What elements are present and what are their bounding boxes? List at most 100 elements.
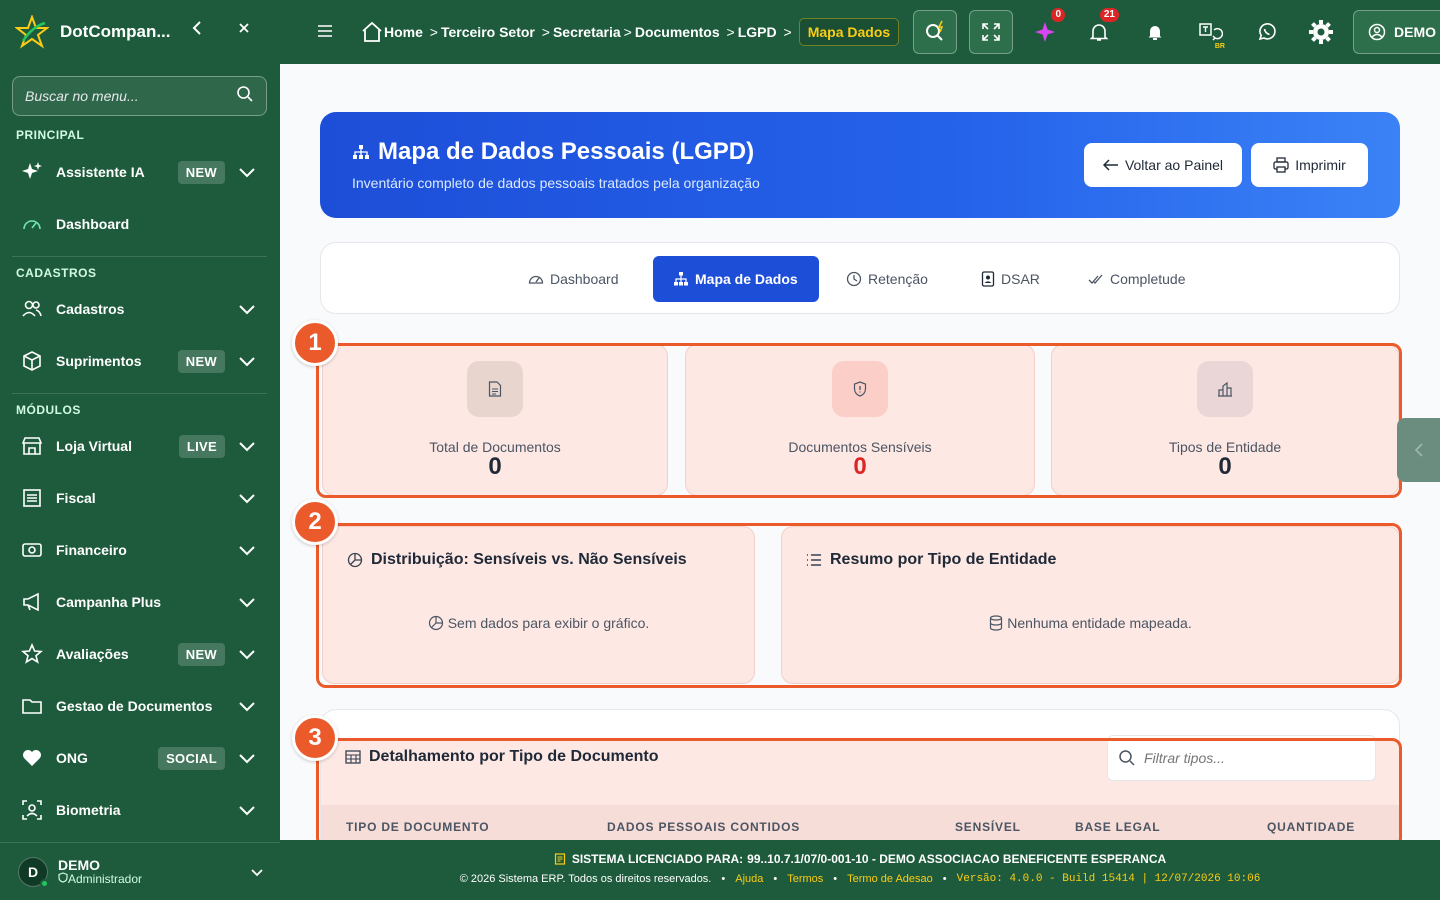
new-badge: NEW: [177, 642, 225, 666]
chevron-down-icon[interactable]: [237, 644, 257, 664]
print-label: Imprimir: [1295, 157, 1346, 173]
link-ajuda[interactable]: Ajuda: [735, 873, 763, 885]
sidebar-item-campanha-plus[interactable]: Campanha Plus: [12, 580, 267, 624]
tab-retencao[interactable]: Retenção: [826, 256, 948, 302]
chevron-down-icon[interactable]: [237, 748, 257, 768]
tab-dashboard[interactable]: Dashboard: [508, 256, 639, 302]
chevron-down-icon[interactable]: [237, 162, 257, 182]
menu-search-input[interactable]: [25, 88, 236, 104]
chevron-down-icon[interactable]: [237, 351, 257, 371]
close-icon[interactable]: [238, 21, 250, 39]
column-header[interactable]: TIPO DE DOCUMENTO: [346, 820, 489, 834]
breadcrumb-terceiro-setor[interactable]: Terceiro Setor: [441, 24, 535, 40]
user-profile[interactable]: D DEMO Administrador: [0, 842, 280, 900]
chevron-down-icon[interactable]: [237, 299, 257, 319]
column-header[interactable]: BASE LEGAL: [1075, 820, 1160, 834]
sidebar-item-financeiro[interactable]: Financeiro: [12, 528, 267, 572]
tab-label: DSAR: [1001, 271, 1040, 287]
sidebar-item-fiscal[interactable]: Fiscal: [12, 476, 267, 520]
chevron-down-icon[interactable]: [237, 436, 257, 456]
user-info: DEMO Administrador: [58, 858, 142, 886]
breadcrumb-home[interactable]: Home: [384, 24, 423, 40]
shield-icon: [58, 871, 68, 883]
new-badge: NEW: [177, 160, 225, 184]
sidebar-item-gestao-documentos[interactable]: Gestao de Documentos: [12, 684, 267, 728]
annotation-number-2: 2: [292, 499, 338, 545]
sidebar-item-loja-virtual[interactable]: Loja Virtual LIVE: [12, 424, 267, 468]
column-header[interactable]: DADOS PESSOAIS CONTIDOS: [607, 820, 800, 834]
sitemap-icon: [353, 145, 369, 159]
tab-dsar[interactable]: DSAR: [961, 256, 1060, 302]
breadcrumb-secretaria[interactable]: Secretaria: [553, 24, 621, 40]
avatar: D: [18, 856, 49, 888]
id-badge-icon: [981, 271, 995, 287]
back-to-panel-label: Voltar ao Painel: [1124, 157, 1224, 173]
sidebar-item-suprimentos[interactable]: Suprimentos NEW: [12, 339, 267, 383]
whatsapp-button[interactable]: [1245, 10, 1289, 54]
breadcrumb-documentos[interactable]: Documentos: [635, 24, 720, 40]
sidebar-item-avaliacoes[interactable]: Avaliações NEW: [12, 632, 267, 676]
back-to-panel-button[interactable]: Voltar ao Painel: [1084, 143, 1242, 187]
brand: DotCompan...: [14, 12, 274, 52]
sidebar-item-label: Campanha Plus: [56, 594, 162, 610]
chevron-down-icon[interactable]: [237, 592, 257, 612]
tab-label: Mapa de Dados: [695, 271, 798, 287]
pie-chart-icon: [347, 552, 363, 568]
breadcrumb-separator: >: [425, 24, 438, 40]
table-filter[interactable]: [1107, 735, 1376, 781]
chevron-down-icon[interactable]: [237, 540, 257, 560]
chevron-down-icon[interactable]: [237, 488, 257, 508]
chevron-down-icon[interactable]: [237, 696, 257, 716]
column-header[interactable]: SENSÍVEL: [955, 820, 1021, 834]
settings-button[interactable]: [1299, 10, 1343, 54]
fullscreen-button[interactable]: [969, 10, 1013, 54]
store-icon: [20, 434, 44, 458]
language-button[interactable]: BR: [1189, 10, 1233, 54]
online-status-dot: [40, 878, 49, 888]
breadcrumb-separator: >: [623, 24, 632, 40]
sidebar-item-label: Fiscal: [56, 490, 96, 506]
sidebar-item-assistente-ia[interactable]: Assistente IA NEW: [12, 150, 267, 194]
arrow-left-icon: [1102, 159, 1118, 171]
user-menu-button[interactable]: DEMO: [1353, 10, 1440, 54]
sidebar-item-ong[interactable]: ONG SOCIAL: [12, 736, 267, 780]
link-termos[interactable]: Termos: [787, 873, 823, 885]
empty-state: Nenhuma entidade mapeada.: [782, 615, 1399, 631]
chevron-down-icon[interactable]: [250, 865, 264, 879]
stat-card-total-documentos: Total de Documentos 0: [322, 344, 668, 496]
notifications-button[interactable]: 21: [1077, 8, 1121, 54]
menu-search[interactable]: [12, 76, 267, 116]
search-icon[interactable]: [236, 85, 254, 108]
separator-dot: •: [721, 873, 726, 885]
sidebar-item-cadastros[interactable]: Cadastros: [12, 287, 267, 331]
chevron-left-icon[interactable]: [190, 20, 204, 41]
face-scan-icon: [20, 798, 44, 822]
side-panel-toggle[interactable]: [1397, 418, 1440, 482]
print-button[interactable]: Imprimir: [1251, 143, 1368, 187]
user-role-label: Administrador: [68, 871, 143, 886]
column-header[interactable]: QUANTIDADE: [1267, 820, 1355, 834]
notification-badge: 21: [1099, 8, 1119, 22]
tab-completude[interactable]: Completude: [1068, 256, 1206, 302]
building-icon: [1197, 361, 1253, 417]
home-icon[interactable]: [360, 20, 384, 44]
sidebar-item-dashboard[interactable]: Dashboard: [12, 202, 267, 246]
hamburger-menu-icon[interactable]: [316, 22, 334, 45]
filter-types-input[interactable]: [1144, 750, 1344, 766]
annotation-number-3: 3: [292, 715, 338, 761]
breadcrumb-lgpd[interactable]: LGPD: [738, 24, 777, 40]
live-badge: LIVE: [178, 434, 225, 458]
ai-assistant-button[interactable]: 0: [1023, 8, 1067, 54]
link-termo-adesao[interactable]: Termo de Adesao: [847, 873, 933, 885]
alerts-button[interactable]: [1133, 10, 1177, 54]
money-icon: [20, 538, 44, 562]
sidebar-item-label: Biometria: [56, 802, 121, 818]
star-icon: [20, 642, 44, 666]
global-search-button[interactable]: [913, 10, 957, 54]
chevron-down-icon[interactable]: [237, 800, 257, 820]
breadcrumb-separator: >: [722, 24, 735, 40]
sidebar-item-biometria[interactable]: Biometria: [12, 788, 267, 832]
tab-mapa-de-dados[interactable]: Mapa de Dados: [653, 256, 819, 302]
table-title-text: Detalhamento por Tipo de Documento: [369, 748, 659, 765]
topbar: Home > Terceiro Setor > Secretaria > Doc…: [280, 0, 1440, 64]
